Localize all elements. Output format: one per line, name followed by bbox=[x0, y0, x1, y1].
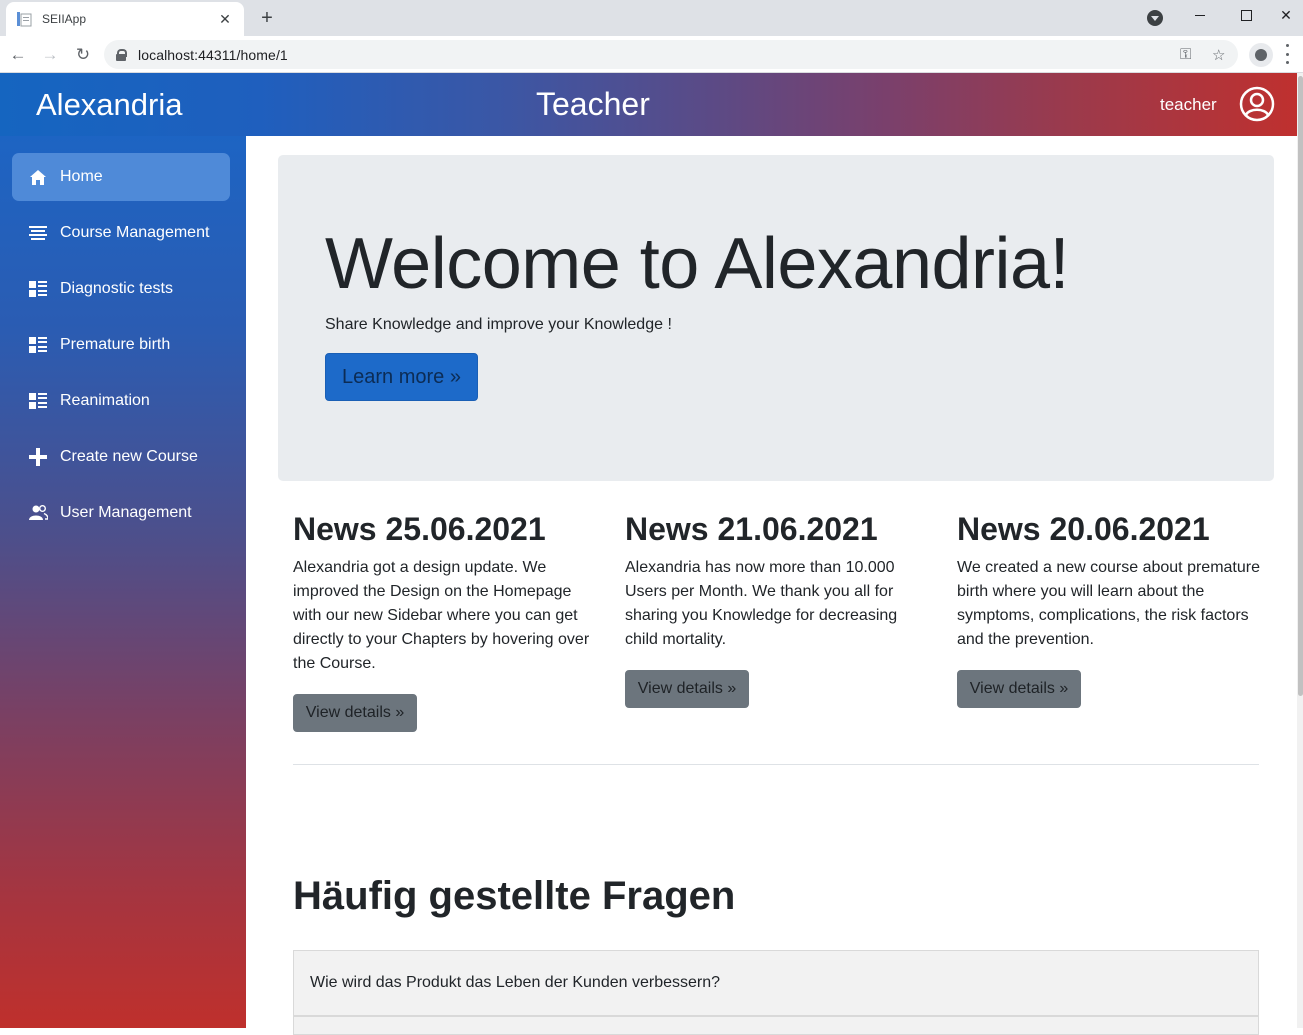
news-text: We created a new course about premature … bbox=[957, 559, 1260, 649]
welcome-jumbotron: Welcome to Alexandria! Share Knowledge a… bbox=[278, 155, 1274, 481]
sidebar-item-label: Home bbox=[60, 168, 103, 185]
faq-heading: Häufig gestellte Fragen bbox=[293, 874, 736, 918]
reload-button[interactable]: ↻ bbox=[70, 42, 96, 68]
home-icon bbox=[28, 167, 48, 187]
welcome-heading: Welcome to Alexandria! bbox=[325, 224, 1070, 304]
view-details-button[interactable]: View details » bbox=[625, 670, 749, 709]
main-content: Welcome to Alexandria! Share Knowledge a… bbox=[246, 136, 1303, 1035]
close-window-button[interactable]: ✕ bbox=[1269, 0, 1303, 30]
section-divider bbox=[293, 764, 1259, 765]
page-favicon-icon bbox=[16, 11, 32, 27]
sidebar-item-label: User Management bbox=[60, 504, 192, 521]
sidebar-item-reanimation[interactable]: Reanimation bbox=[12, 377, 230, 425]
tab-search-icon[interactable] bbox=[1147, 10, 1163, 26]
list-grid-icon bbox=[28, 335, 48, 355]
sidebar-item-label: Diagnostic tests bbox=[60, 280, 173, 297]
plus-icon bbox=[28, 447, 48, 467]
sidebar-item-label: Premature birth bbox=[60, 336, 171, 353]
app-header: Alexandria Teacher teacher bbox=[0, 73, 1303, 136]
sidebar-item-premature-birth[interactable]: Premature birth bbox=[12, 321, 230, 369]
list-icon bbox=[28, 223, 48, 243]
news-text: Alexandria has now more than 10.000 User… bbox=[625, 559, 898, 649]
browser-profile-icon[interactable] bbox=[1249, 43, 1273, 67]
new-tab-button[interactable]: + bbox=[256, 7, 278, 29]
back-button[interactable]: ← bbox=[5, 42, 31, 68]
brand-logo-text[interactable]: Alexandria bbox=[36, 87, 182, 123]
lock-icon[interactable] bbox=[116, 48, 127, 61]
users-icon bbox=[28, 503, 48, 523]
url-text[interactable]: localhost:44311/home/1 bbox=[138, 47, 288, 63]
view-details-button[interactable]: View details » bbox=[293, 694, 417, 733]
bookmark-star-icon[interactable]: ☆ bbox=[1212, 46, 1225, 64]
list-grid-icon bbox=[28, 391, 48, 411]
view-details-button[interactable]: View details » bbox=[957, 670, 1081, 709]
page-scrollbar-thumb[interactable] bbox=[1298, 76, 1303, 696]
browser-tab-strip: SEIIApp ✕ + ✕ bbox=[0, 0, 1303, 36]
welcome-subtitle: Share Knowledge and improve your Knowled… bbox=[325, 316, 672, 333]
browser-tab[interactable]: SEIIApp ✕ bbox=[6, 2, 244, 36]
news-text: Alexandria got a design update. We impro… bbox=[293, 559, 590, 673]
sidebar-item-create-new-course[interactable]: Create new Course bbox=[12, 433, 230, 481]
user-avatar-icon[interactable] bbox=[1239, 86, 1275, 122]
tab-close-icon[interactable]: ✕ bbox=[216, 11, 234, 28]
address-bar[interactable]: localhost:44311/home/1 ⚿ ☆ bbox=[104, 40, 1238, 69]
sidebar-item-label: Course Management bbox=[60, 224, 210, 241]
news-title: News 25.06.2021 bbox=[293, 511, 546, 547]
faq-question-text: Wie wird das Produkt das Leben der Kunde… bbox=[310, 974, 721, 991]
faq-question[interactable]: Wie wird das Produkt das Leben der Kunde… bbox=[293, 950, 1259, 1016]
sidebar: Home Course Management Diagnostic tests … bbox=[0, 136, 246, 1028]
browser-toolbar: ← → ↻ localhost:44311/home/1 ⚿ ☆ bbox=[0, 36, 1303, 73]
sidebar-item-label: Reanimation bbox=[60, 392, 150, 409]
sidebar-item-course-management[interactable]: Course Management bbox=[12, 209, 230, 257]
password-key-icon[interactable]: ⚿ bbox=[1180, 46, 1191, 63]
list-grid-icon bbox=[28, 279, 48, 299]
username-link[interactable]: teacher bbox=[1160, 95, 1217, 115]
news-card: News 25.06.2021 Alexandria got a design … bbox=[293, 510, 598, 733]
faq-question[interactable] bbox=[293, 1015, 1259, 1035]
sidebar-item-diagnostic-tests[interactable]: Diagnostic tests bbox=[12, 265, 230, 313]
sidebar-item-label: Create new Course bbox=[60, 448, 198, 465]
learn-more-button[interactable]: Learn more » bbox=[325, 353, 478, 401]
news-title: News 20.06.2021 bbox=[957, 511, 1210, 547]
forward-button[interactable]: → bbox=[37, 42, 63, 68]
minimize-window-button[interactable] bbox=[1177, 0, 1223, 30]
sidebar-item-home[interactable]: Home bbox=[12, 153, 230, 201]
maximize-window-button[interactable] bbox=[1223, 0, 1269, 30]
page-title: Teacher bbox=[536, 86, 650, 122]
news-card: News 20.06.2021 We created a new course … bbox=[957, 510, 1262, 709]
sidebar-item-user-management[interactable]: User Management bbox=[12, 489, 230, 537]
news-card: News 21.06.2021 Alexandria has now more … bbox=[625, 510, 930, 709]
browser-menu-icon[interactable] bbox=[1284, 44, 1290, 64]
news-title: News 21.06.2021 bbox=[625, 511, 878, 547]
tab-title: SEIIApp bbox=[42, 12, 87, 26]
